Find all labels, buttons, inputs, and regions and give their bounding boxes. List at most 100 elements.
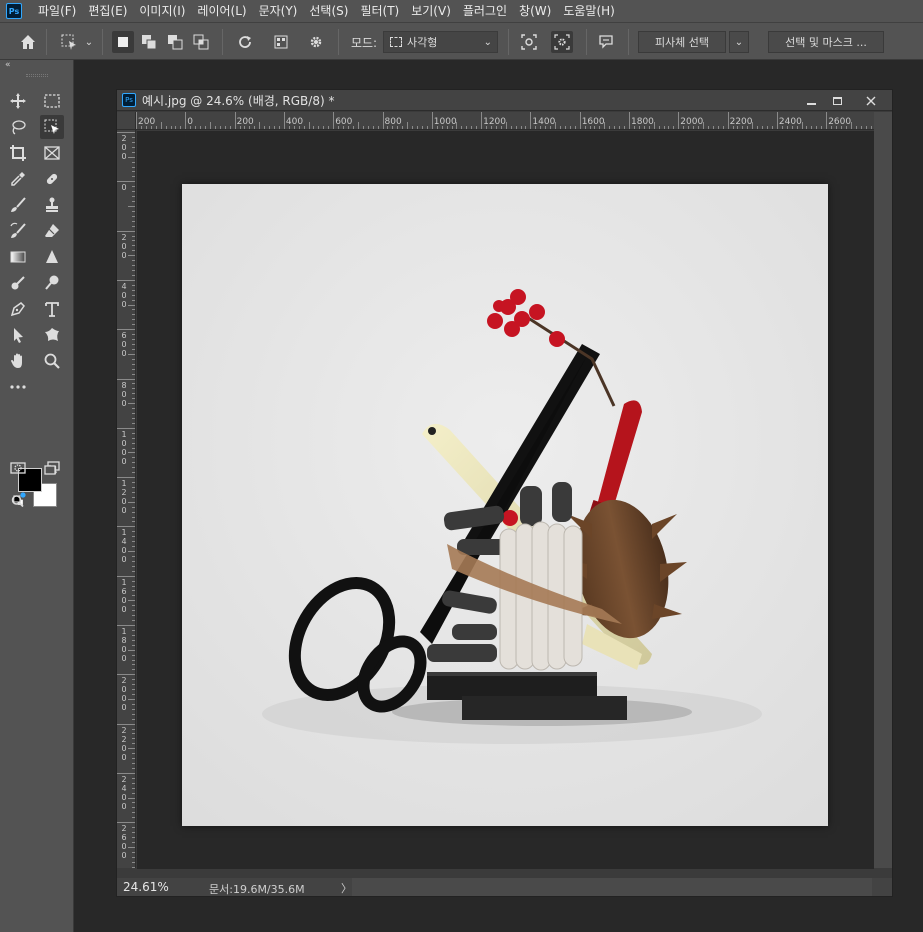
tools-panel: « bbox=[0, 60, 74, 932]
select-subject-button[interactable]: 피사체 선택 bbox=[638, 31, 726, 53]
ruler-minor-tick bbox=[132, 284, 135, 286]
menu-layer[interactable]: 레이어(L) bbox=[191, 0, 252, 22]
document-title: 예시.jpg @ 24.6% (배경, RGB/8) * bbox=[142, 93, 335, 108]
zoom-tool-icon[interactable] bbox=[40, 349, 64, 373]
maximize-button[interactable] bbox=[824, 90, 850, 111]
ruler-tick bbox=[117, 477, 135, 479]
menu-image[interactable]: 이미지(I) bbox=[133, 0, 191, 22]
spot-healing-brush-icon[interactable] bbox=[40, 167, 64, 191]
object-selection-tool-icon[interactable] bbox=[40, 115, 64, 139]
ruler-label: 200 bbox=[121, 134, 127, 161]
eraser-tool-icon[interactable] bbox=[40, 219, 64, 243]
pen-tool-icon[interactable] bbox=[6, 297, 30, 321]
eyedropper-tool-icon[interactable] bbox=[6, 167, 30, 191]
ruler-minor-tick bbox=[132, 851, 135, 853]
ruler-minor-tick bbox=[461, 126, 463, 129]
ruler-minor-tick bbox=[132, 620, 135, 622]
menu-view[interactable]: 보기(V) bbox=[405, 0, 457, 22]
panel-grip[interactable] bbox=[26, 74, 48, 77]
menu-file[interactable]: 파일(F) bbox=[32, 0, 82, 22]
document-tab[interactable]: Ps 예시.jpg @ 24.6% (배경, RGB/8) * bbox=[117, 90, 892, 111]
gradient-tool-icon[interactable] bbox=[6, 245, 30, 269]
ruler-tick bbox=[117, 526, 135, 528]
status-menu-arrow[interactable]: 〉 bbox=[341, 880, 352, 896]
quick-mask-icon[interactable] bbox=[6, 456, 30, 480]
edit-toolbar-icon[interactable] bbox=[6, 375, 30, 399]
subtract-from-selection-icon[interactable] bbox=[164, 31, 186, 53]
ruler-minor-tick bbox=[128, 353, 135, 355]
ruler-minor-tick bbox=[132, 694, 135, 696]
intersect-selection-icon[interactable] bbox=[190, 31, 212, 53]
object-selection-tool-preset-icon[interactable] bbox=[58, 31, 80, 53]
close-button[interactable] bbox=[850, 90, 892, 111]
ruler-minor-tick bbox=[132, 496, 135, 498]
new-selection-icon[interactable] bbox=[112, 31, 134, 53]
type-tool-icon[interactable] bbox=[40, 297, 64, 321]
ruler-minor-tick bbox=[663, 126, 665, 129]
menu-plugins[interactable]: 플러그인 bbox=[457, 0, 513, 22]
document-image[interactable] bbox=[182, 184, 828, 826]
ruler-minor-tick bbox=[128, 649, 135, 651]
chevron-down-icon[interactable]: ⌄ bbox=[82, 31, 96, 53]
ruler-minor-tick bbox=[132, 393, 135, 395]
vertical-ruler[interactable]: 200 0 200 400 600 800 1000 1200 1400 1600 1800 2000… bbox=[117, 130, 136, 868]
ruler-minor-tick bbox=[132, 388, 135, 390]
blur-tool-icon[interactable] bbox=[40, 245, 64, 269]
select-and-mask-button[interactable]: 선택 및 마스크 ... bbox=[768, 31, 884, 53]
options-divider bbox=[102, 29, 103, 55]
cloud-search-icon[interactable] bbox=[6, 488, 30, 512]
ruler-origin[interactable] bbox=[117, 112, 136, 130]
mode-select[interactable]: 사각형 ⌄ bbox=[383, 31, 498, 53]
object-finder-icon[interactable] bbox=[518, 31, 540, 53]
ruler-minor-tick bbox=[128, 156, 135, 158]
lasso-tool-icon[interactable] bbox=[6, 115, 30, 139]
ruler-label: 1400 bbox=[121, 528, 127, 565]
object-finder-settings-icon[interactable] bbox=[551, 31, 573, 53]
ruler-minor-tick bbox=[574, 126, 576, 129]
ruler-minor-tick bbox=[323, 126, 325, 129]
ruler-minor-tick bbox=[132, 491, 135, 493]
vertical-scrollbar[interactable] bbox=[874, 112, 892, 868]
ruler-label: 2600 bbox=[828, 117, 852, 127]
menu-type[interactable]: 문자(Y) bbox=[253, 0, 304, 22]
frame-tool-icon[interactable] bbox=[40, 141, 64, 165]
comment-feedback-icon[interactable] bbox=[596, 31, 618, 53]
horizontal-ruler[interactable]: 200 0 200 400 600 800 1000 1200 1400 1600 1800 2000… bbox=[136, 112, 874, 130]
dodge-tool-icon[interactable] bbox=[6, 271, 30, 295]
minimize-button[interactable] bbox=[798, 90, 824, 111]
add-to-selection-icon[interactable] bbox=[138, 31, 160, 53]
document-size-info[interactable]: 문서:19.6M/35.6M bbox=[209, 881, 305, 897]
menu-edit[interactable]: 편집(E) bbox=[82, 0, 133, 22]
ruler-label: 400 bbox=[121, 281, 127, 309]
home-icon[interactable] bbox=[17, 31, 39, 53]
still-life-photo bbox=[182, 184, 828, 826]
ruler-minor-tick bbox=[128, 304, 135, 306]
sponge-tool-icon[interactable] bbox=[40, 271, 64, 295]
path-selection-tool-icon[interactable] bbox=[6, 323, 30, 347]
refresh-icon[interactable] bbox=[234, 31, 256, 53]
menu-select[interactable]: 선택(S) bbox=[303, 0, 354, 22]
move-tool-icon[interactable] bbox=[6, 89, 30, 113]
ruler-label: 0 bbox=[187, 117, 194, 127]
ruler-minor-tick bbox=[132, 437, 135, 439]
brush-tool-icon[interactable] bbox=[6, 193, 30, 217]
menu-help[interactable]: 도움말(H) bbox=[557, 0, 621, 22]
zoom-level[interactable]: 24.61% bbox=[123, 880, 169, 894]
collapse-panel-icon[interactable]: « bbox=[5, 60, 11, 70]
gear-icon[interactable] bbox=[305, 31, 327, 53]
screen-mode-icon[interactable] bbox=[40, 456, 64, 480]
rectangular-marquee-tool-icon[interactable] bbox=[40, 89, 64, 113]
hand-tool-icon[interactable] bbox=[6, 349, 30, 373]
sample-all-layers-icon[interactable] bbox=[270, 31, 292, 53]
menu-window[interactable]: 창(W) bbox=[513, 0, 557, 22]
select-subject-dropdown[interactable]: ⌄ bbox=[729, 31, 749, 53]
menu-filter[interactable]: 필터(T) bbox=[354, 0, 405, 22]
ruler-tick bbox=[117, 723, 135, 725]
history-brush-icon[interactable] bbox=[6, 219, 30, 243]
crop-tool-icon[interactable] bbox=[6, 141, 30, 165]
ruler-minor-tick bbox=[132, 836, 135, 838]
custom-shape-tool-icon[interactable] bbox=[40, 323, 64, 347]
clone-stamp-tool-icon[interactable] bbox=[40, 193, 64, 217]
horizontal-scrollbar[interactable] bbox=[352, 878, 872, 896]
ruler-minor-tick bbox=[155, 126, 157, 129]
